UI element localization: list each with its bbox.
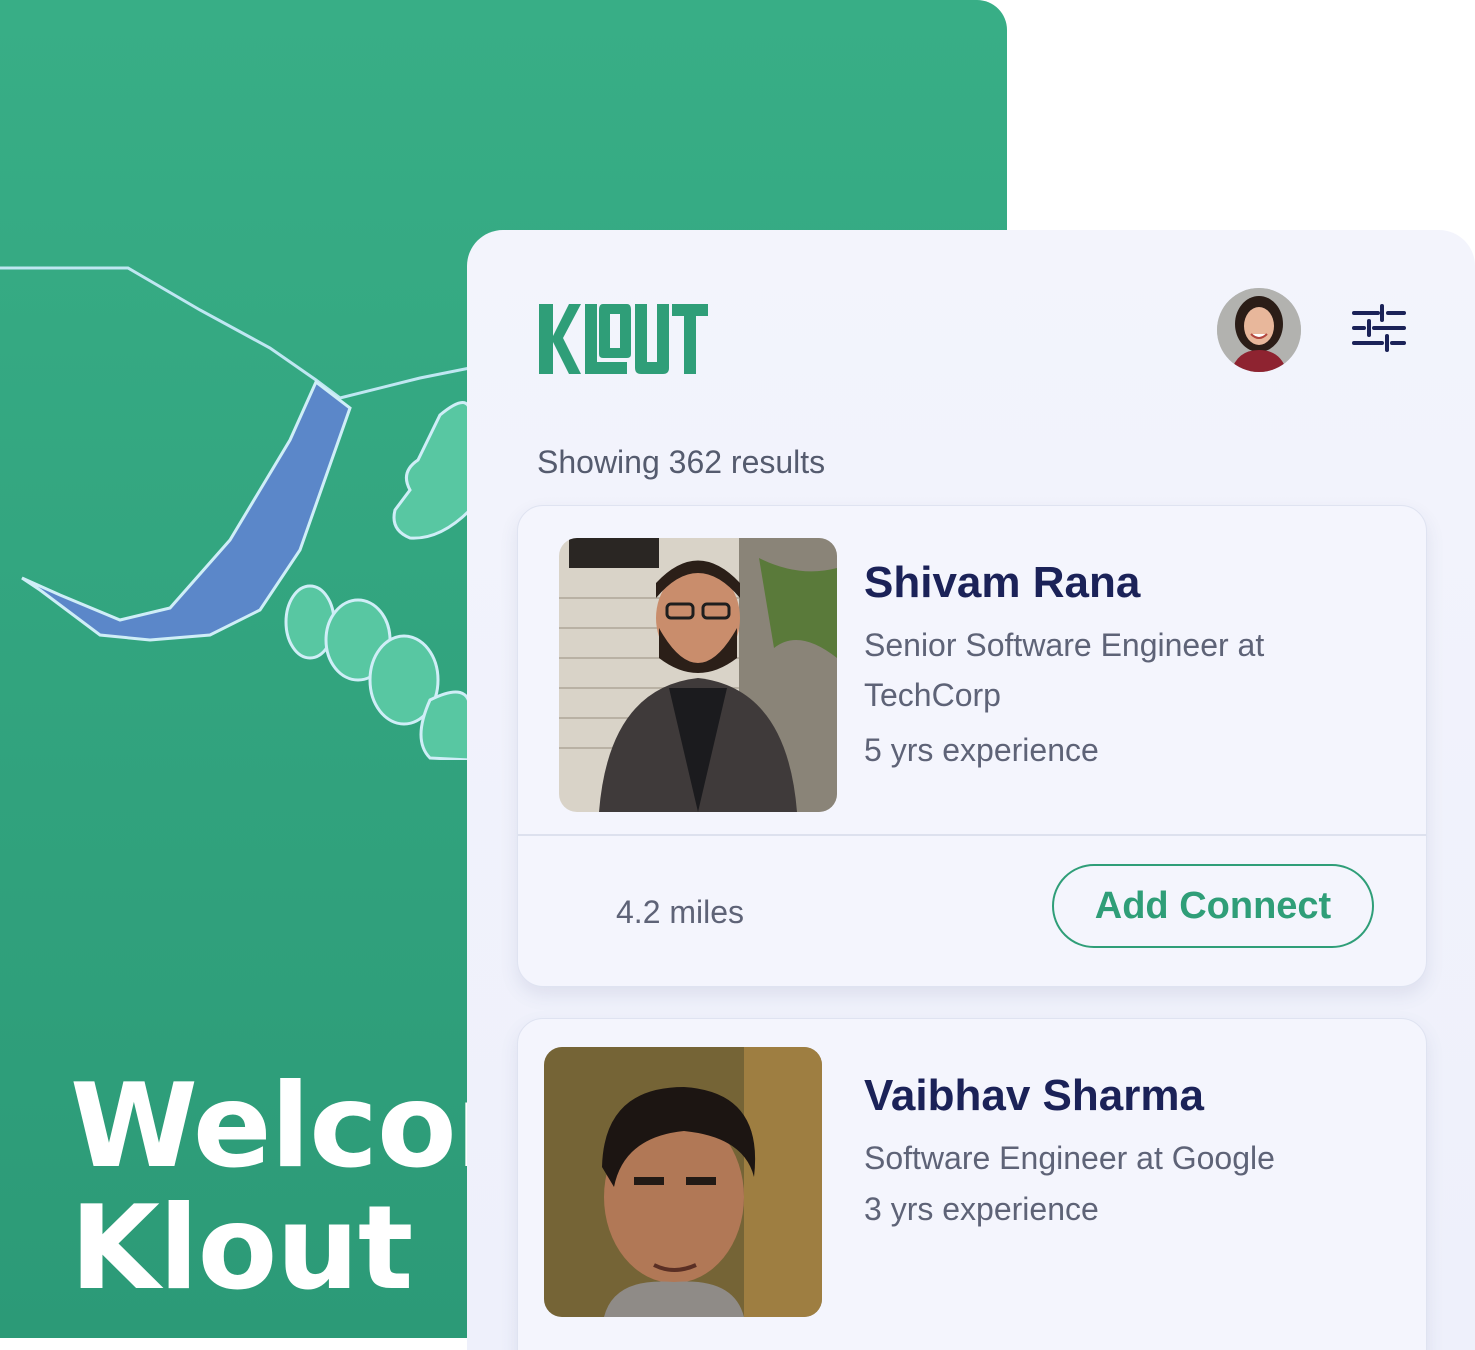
- profile-card[interactable]: Shivam Rana Senior Software Engineer at …: [517, 505, 1427, 987]
- add-connect-button[interactable]: Add Connect: [1052, 864, 1374, 948]
- results-count: Showing 362 results: [537, 444, 826, 480]
- person-role: Senior Software Engineer at TechCorp: [864, 627, 1265, 713]
- filter-button[interactable]: [1347, 296, 1411, 360]
- person-experience: 3 yrs experience: [864, 1191, 1099, 1227]
- profile-card[interactable]: Vaibhav Sharma Software Engineer at Goog…: [517, 1018, 1427, 1350]
- profile-photo: [559, 538, 837, 812]
- person-role: Software Engineer at Google: [864, 1140, 1275, 1176]
- app-window: Showing 362 results Shivam Rana Senior S…: [467, 230, 1475, 1350]
- person-distance: 4.2 miles: [616, 894, 745, 930]
- person-name: Vaibhav Sharma: [864, 1071, 1204, 1120]
- person-name: Shivam Rana: [864, 558, 1141, 607]
- klout-logo[interactable]: [539, 302, 709, 380]
- profile-photo: [544, 1047, 822, 1317]
- card-divider: [518, 834, 1426, 836]
- user-avatar[interactable]: [1217, 288, 1301, 372]
- sliders-icon: [1352, 304, 1406, 352]
- person-experience: 5 yrs experience: [864, 732, 1099, 768]
- handshake-illustration: [0, 266, 470, 760]
